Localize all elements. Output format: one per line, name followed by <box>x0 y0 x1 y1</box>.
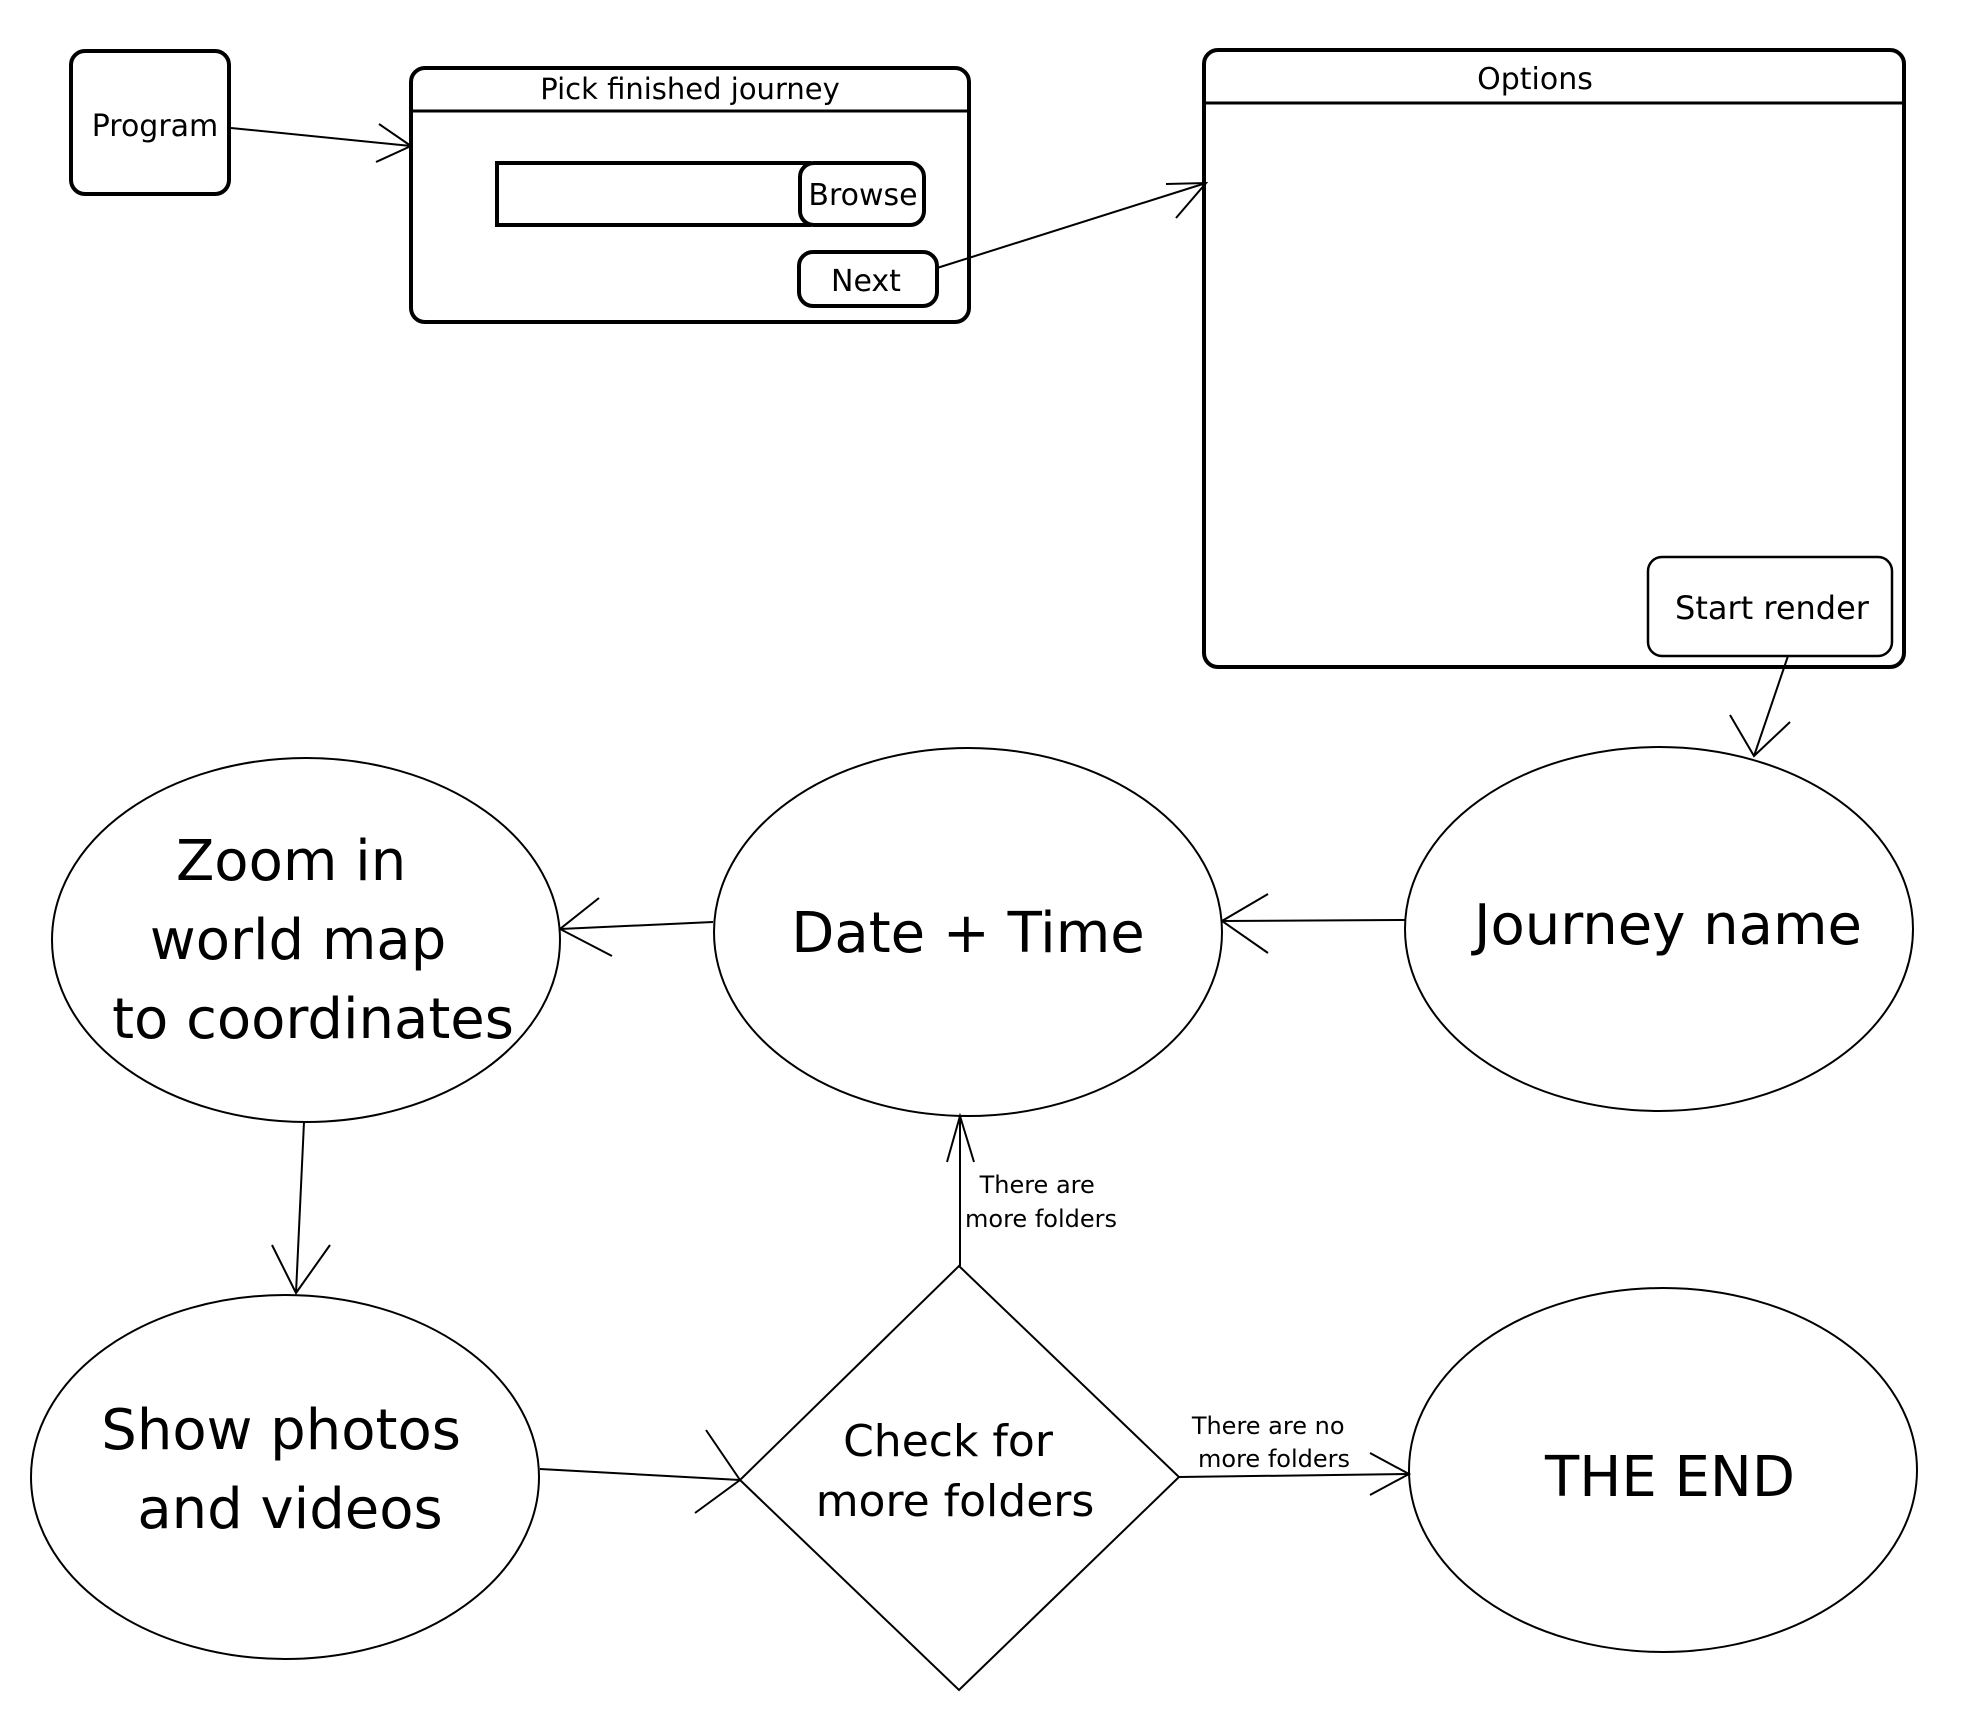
arrow-photos-to-check <box>539 1429 742 1514</box>
options-window: Options Start render <box>1202 48 1906 669</box>
arrow-program-to-pick <box>230 123 414 163</box>
program-node: Program <box>69 49 231 196</box>
start-render-label: Start render <box>1675 589 1870 627</box>
arrow-next-to-options <box>936 181 1209 269</box>
arrow-check-to-date-time <box>946 1112 975 1266</box>
date-time-label: Date + Time <box>791 901 1144 966</box>
edge-label-more-folders: There are more folders <box>965 1171 1117 1233</box>
date-time-node: Date + Time <box>713 747 1223 1117</box>
browse-button[interactable]: Browse <box>798 161 926 227</box>
edge-label-no-more-folders: There are no more folders <box>1191 1412 1352 1473</box>
program-label: Program <box>92 109 219 144</box>
next-button-label: Next <box>831 264 901 299</box>
browse-button-label: Browse <box>808 178 917 213</box>
the-end-node: THE END <box>1408 1287 1918 1653</box>
arrow-zoom-to-photos <box>271 1121 331 1295</box>
journey-path-input[interactable] <box>495 161 811 227</box>
show-photos-node: Show photos and videos <box>30 1294 540 1660</box>
arrow-journey-name-to-date-time <box>1220 893 1406 954</box>
start-render-button[interactable]: Start render <box>1646 555 1894 658</box>
zoom-map-node: Zoom in world map to coordinates <box>51 757 561 1123</box>
journey-name-node: Journey name <box>1404 746 1914 1112</box>
the-end-label: THE END <box>1544 1445 1795 1510</box>
arrow-date-time-to-zoom <box>558 897 714 957</box>
journey-name-label: Journey name <box>1471 893 1862 958</box>
arrow-render-to-journey-name <box>1729 655 1791 758</box>
check-folders-node: Check for more folders <box>738 1264 1181 1692</box>
pick-journey-window: Pick finished journey Browse Next <box>409 66 971 324</box>
pick-journey-title: Pick finished journey <box>540 72 840 106</box>
flow-diagram: Program Pick finished journey Browse Nex… <box>30 48 1918 1692</box>
next-button[interactable]: Next <box>797 250 939 308</box>
options-title: Options <box>1477 62 1593 97</box>
